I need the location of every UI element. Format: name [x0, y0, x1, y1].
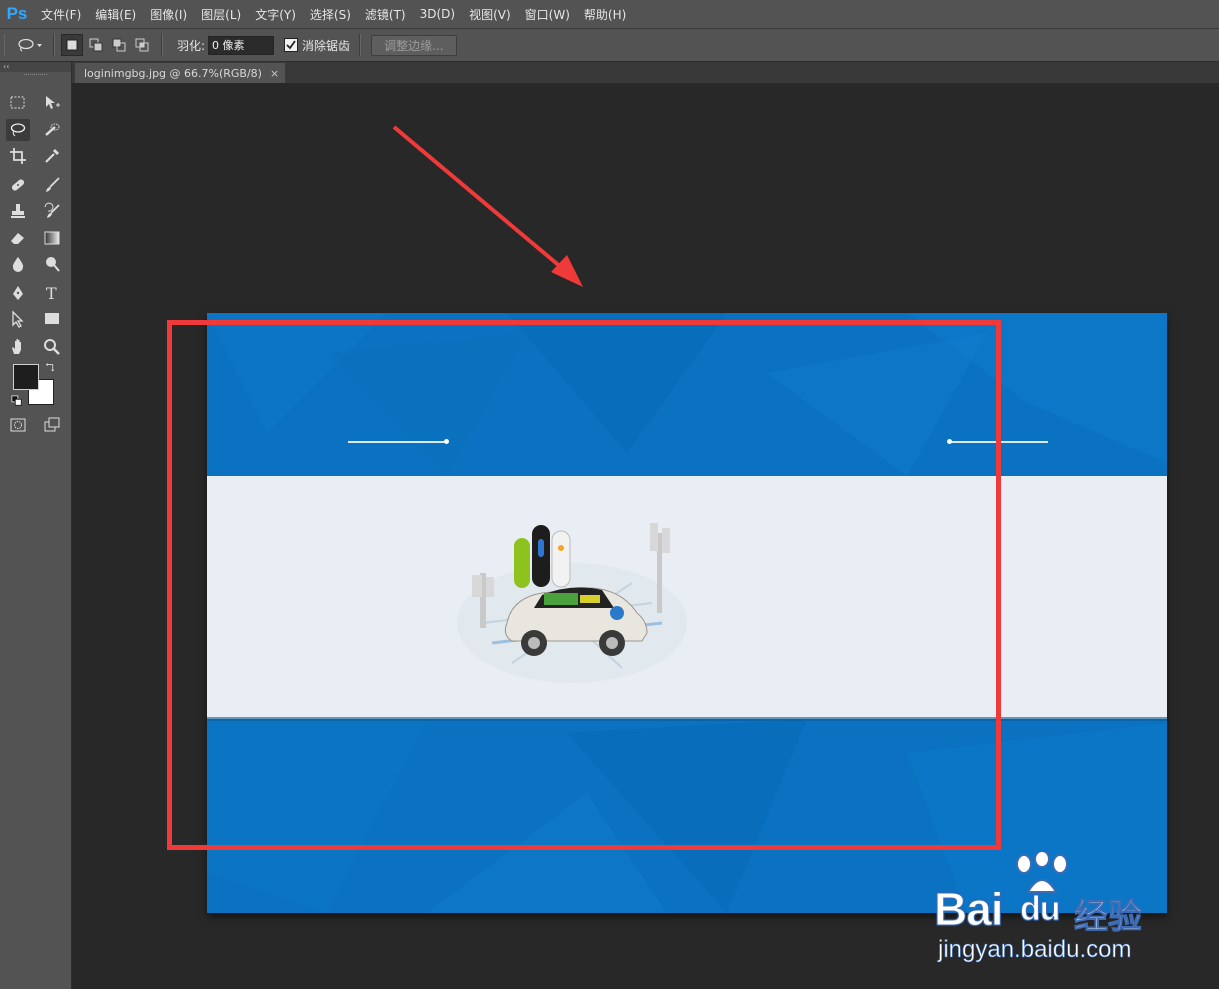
rectangle-tool[interactable]: [40, 308, 64, 330]
options-grip[interactable]: [4, 35, 13, 55]
feather-input[interactable]: 0 像素: [208, 35, 275, 55]
path-selection-tool[interactable]: [6, 308, 30, 330]
eraser-icon: [11, 233, 24, 244]
separator: [53, 34, 55, 56]
document-tab-bar: loginimgbg.jpg @ 66.7%(RGB/8) ×: [72, 62, 1219, 83]
swap-arrows-icon: [45, 362, 55, 372]
menu-file[interactable]: 文件(F): [34, 0, 88, 28]
move-icon: [46, 96, 60, 109]
add-to-selection-button[interactable]: [86, 35, 106, 55]
menu-type[interactable]: 文字(Y): [248, 0, 303, 28]
feather-label: 羽化:: [177, 38, 206, 53]
document-tab-title: loginimgbg.jpg @ 66.7%(RGB/8): [84, 66, 262, 80]
zoom-tool[interactable]: [40, 336, 64, 358]
baidu-jingyan-watermark: Bai du 经验 jingyan.baidu.com: [934, 852, 1174, 972]
screen-mode-icon: [44, 417, 60, 432]
healing-brush-tool[interactable]: [6, 174, 30, 196]
checkmark-icon: [286, 40, 296, 50]
antialias-checkbox[interactable]: [284, 38, 299, 52]
menu-window[interactable]: 窗口(W): [518, 0, 577, 28]
menu-bar: Ps 文件(F) 编辑(E) 图像(I) 图层(L) 文字(Y) 选择(S) 滤…: [0, 0, 1219, 29]
tools-panel-grip[interactable]: [24, 74, 47, 83]
history-brush-icon: [44, 202, 60, 218]
eyedropper-icon: [45, 149, 59, 163]
close-tab-icon[interactable]: ×: [270, 67, 279, 80]
menu-filter[interactable]: 滤镜(T): [358, 0, 413, 28]
lasso-icon: [10, 123, 26, 137]
hand-icon: [12, 339, 21, 354]
hand-tool[interactable]: [6, 336, 30, 358]
type-tool[interactable]: T: [40, 282, 64, 304]
options-bar: 羽化: 0 像素 消除锯齿 调整边缘...: [0, 29, 1219, 62]
move-tool[interactable]: [40, 92, 64, 114]
dodge-icon: [46, 257, 60, 272]
quick-mask-icon: [10, 418, 26, 432]
swap-colors-button[interactable]: [44, 361, 58, 375]
menu-edit[interactable]: 编辑(E): [88, 0, 143, 28]
menu-layer[interactable]: 图层(L): [194, 0, 248, 28]
separator: [161, 34, 163, 56]
menu-image[interactable]: 图像(I): [143, 0, 194, 28]
marquee-tool[interactable]: [6, 92, 30, 114]
jingyan-brand-text: 经验: [1074, 897, 1143, 938]
quick-selection-icon: [45, 123, 60, 136]
gradient-tool[interactable]: [40, 227, 64, 249]
path-selection-icon: [12, 310, 24, 328]
gradient-icon: [44, 231, 60, 245]
intersect-selection-icon: [135, 38, 149, 52]
bandage-icon: [11, 179, 25, 191]
quick-mask-button[interactable]: [6, 414, 30, 436]
blur-drop-icon: [12, 257, 24, 272]
brush-tool[interactable]: [40, 174, 64, 196]
document-tab[interactable]: loginimgbg.jpg @ 66.7%(RGB/8) ×: [75, 63, 286, 83]
history-brush-tool[interactable]: [40, 200, 64, 222]
eyedropper-tool[interactable]: [40, 145, 64, 167]
photoshop-logo: Ps: [6, 4, 28, 23]
subtract-selection-icon: [112, 38, 126, 52]
antialias-label: 消除锯齿: [302, 38, 351, 53]
eraser-tool[interactable]: [6, 227, 30, 249]
menu-select[interactable]: 选择(S): [303, 0, 358, 28]
lasso-tool[interactable]: [6, 119, 30, 141]
foreground-color-swatch[interactable]: [13, 364, 39, 390]
default-colors-button[interactable]: [10, 394, 24, 408]
menu-help[interactable]: 帮助(H): [577, 0, 633, 28]
watermark-url: jingyan.baidu.com: [938, 936, 1132, 964]
selection-highlight-box: [167, 320, 1001, 850]
crop-tool[interactable]: [6, 145, 30, 167]
subtract-from-selection-button[interactable]: [109, 35, 129, 55]
tools-panel: ‹‹ T: [0, 62, 72, 989]
tools-panel-collapse[interactable]: ‹‹: [0, 62, 71, 72]
dodge-tool[interactable]: [40, 253, 64, 275]
quick-selection-tool[interactable]: [40, 119, 64, 141]
pen-tool[interactable]: [6, 282, 30, 304]
baidu-logo-suffix: du: [1020, 890, 1062, 929]
clone-stamp-tool[interactable]: [6, 200, 30, 222]
new-selection-button[interactable]: [61, 34, 83, 56]
add-selection-icon: [89, 38, 103, 52]
crop-icon: [10, 148, 26, 164]
lasso-icon: [18, 38, 42, 52]
menu-view[interactable]: 视图(V): [462, 0, 518, 28]
default-colors-icon: [11, 395, 22, 406]
screen-mode-button[interactable]: [40, 414, 64, 436]
text-icon: T: [46, 284, 57, 302]
stamp-icon: [11, 204, 25, 218]
menu-3d[interactable]: 3D(D): [413, 0, 462, 28]
refine-edge-button[interactable]: 调整边缘...: [371, 34, 457, 56]
blur-tool[interactable]: [6, 253, 30, 275]
magnifier-icon: [44, 339, 60, 355]
baidu-logo-text: Bai: [934, 883, 1005, 936]
separator: [359, 34, 362, 56]
tool-preset-picker[interactable]: [13, 33, 47, 57]
pen-icon: [13, 286, 23, 300]
new-selection-icon: [66, 39, 78, 51]
brush-icon: [46, 177, 60, 192]
svg-text:T: T: [46, 284, 57, 302]
intersect-selection-button[interactable]: [132, 35, 152, 55]
rectangle-shape-icon: [45, 313, 59, 324]
rect-marquee-icon: [10, 96, 25, 109]
